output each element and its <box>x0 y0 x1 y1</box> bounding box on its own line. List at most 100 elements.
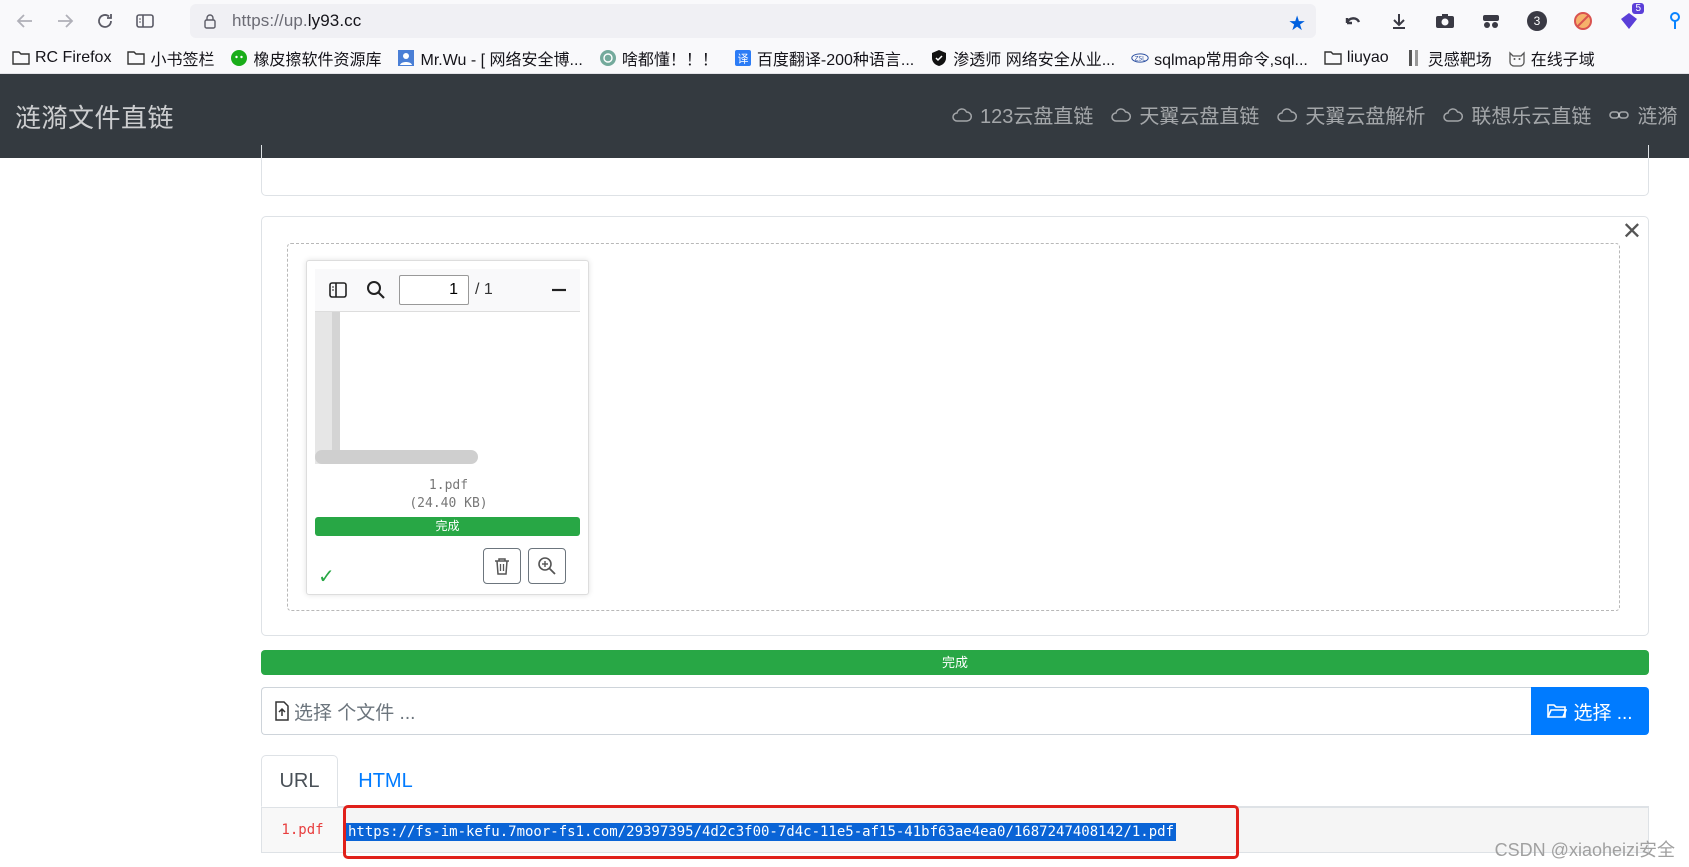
purple-extension-button[interactable]: 5 <box>1606 0 1652 42</box>
tab-html[interactable]: HTML <box>338 755 433 807</box>
pdf-page-area[interactable] <box>315 312 580 464</box>
counter-extension-button[interactable]: 3 <box>1514 0 1560 42</box>
toolbar-extensions: 3 5 <box>1330 0 1689 42</box>
zoom-in-icon <box>538 557 556 575</box>
zoom-out-button[interactable] <box>544 275 574 305</box>
bookmark-item[interactable]: 啥都懂！！！ <box>599 46 718 70</box>
folder-open-icon <box>1547 704 1568 718</box>
file-progress-bar: 完成 <box>315 517 580 536</box>
glasses-icon <box>1483 15 1499 28</box>
forward-button[interactable] <box>50 6 80 36</box>
browser-toolbar: https://up.ly93.cc ★ 3 5 <box>0 0 1689 42</box>
address-bar[interactable]: https://up.ly93.cc ★ <box>190 4 1316 38</box>
bookmark-label: sqlmap常用命令,sql... <box>1154 51 1308 69</box>
cloud-icon <box>1111 107 1139 123</box>
bookmark-item[interactable]: Mr.Wu - [ 网络安全博... <box>397 46 583 70</box>
page-number-input[interactable]: 1 <box>399 275 469 305</box>
star-icon[interactable]: ★ <box>1288 11 1306 36</box>
nav-link-label: 天翼云盘直链 <box>1139 106 1260 128</box>
result-file-label: 1.pdf <box>262 808 344 852</box>
nav-link-label: 联想乐云直链 <box>1471 106 1592 128</box>
file-caption-text: 选择 个文件 ... <box>294 702 416 724</box>
delete-file-button[interactable] <box>483 548 521 584</box>
nav-link[interactable]: 天翼云盘直链 <box>1111 100 1259 129</box>
folder-icon <box>12 49 30 67</box>
screenshot-button[interactable] <box>1422 0 1468 42</box>
reader-view-button[interactable] <box>130 6 160 36</box>
minus-icon <box>552 288 566 292</box>
undo-extension-button[interactable] <box>1330 0 1376 42</box>
bookmark-item[interactable]: 渗透师 网络安全从业... <box>930 46 1115 70</box>
openai-icon <box>599 49 617 67</box>
back-button[interactable] <box>10 6 40 36</box>
blocker-extension-button[interactable] <box>1560 0 1606 42</box>
tab-url[interactable]: URL <box>261 755 338 807</box>
browse-button-label: 选择 ... <box>1573 702 1633 724</box>
bookmark-item[interactable]: RC Firefox <box>12 49 111 67</box>
bookmark-label: 小书签栏 <box>150 51 215 69</box>
svg-text:译: 译 <box>737 52 748 65</box>
bookmark-item[interactable]: 小书签栏 <box>127 46 214 70</box>
close-icon[interactable]: ✕ <box>1622 217 1642 246</box>
arrow-left-icon <box>16 14 32 28</box>
nav-link[interactable]: 天翼云盘解析 <box>1277 100 1425 129</box>
reload-button[interactable] <box>90 6 120 36</box>
bookmark-label: 百度翻译-200种语言... <box>756 51 915 69</box>
cat-icon <box>1508 49 1526 67</box>
cloud-icon <box>1443 107 1471 123</box>
zoom-file-button[interactable] <box>528 548 566 584</box>
svg-text:ZSL: ZSL <box>1135 56 1147 62</box>
bookmark-item[interactable]: ZSL sqlmap常用命令,sql... <box>1131 46 1308 70</box>
nav-link[interactable]: 联想乐云直链 <box>1443 100 1591 129</box>
nav-link[interactable]: 123云盘直链 <box>952 100 1093 129</box>
bookmark-item[interactable]: 橡皮擦软件资源库 <box>230 46 381 70</box>
file-name: 1.pdf <box>428 478 469 493</box>
sidebar-toggle-icon <box>329 282 347 298</box>
bookmark-label: liuyao <box>1346 48 1389 66</box>
toggle-sidebar-button[interactable] <box>323 275 353 305</box>
folder-icon <box>1324 49 1342 67</box>
pdf-search-button[interactable] <box>361 275 391 305</box>
zsl-icon: ZSL <box>1131 49 1149 67</box>
nav-link-label: 涟漪 <box>1637 106 1678 128</box>
file-preview-card: 1 / 1 1.pdf (24.40 KB) 完成 ✓ <box>306 260 589 595</box>
info-card <box>261 145 1649 196</box>
user-card-icon <box>397 49 415 67</box>
cloud-icon <box>1277 107 1305 123</box>
bookmark-item[interactable]: 在线子域 <box>1508 46 1595 70</box>
upload-panel: ✕ 1 / 1 1.pdf (24.40 KB) 完成 ✓ <box>261 216 1649 636</box>
nav-link[interactable]: 涟漪 <box>1609 100 1677 129</box>
bookmark-item[interactable]: liuyao <box>1324 49 1389 67</box>
file-caption-input[interactable]: 选择 个文件 ... <box>261 687 1531 735</box>
browse-button[interactable]: 选择 ... <box>1531 687 1649 735</box>
bookmark-icon <box>1405 49 1423 67</box>
pin-extension-button[interactable] <box>1652 0 1689 42</box>
sidebar-icon <box>136 14 154 28</box>
pdf-horizontal-scrollbar[interactable] <box>315 450 478 464</box>
pin-icon <box>1670 12 1680 29</box>
pdf-viewer-toolbar: 1 / 1 <box>315 269 580 312</box>
red-highlight-annotation <box>343 805 1239 859</box>
nav-link-label: 123云盘直链 <box>980 106 1094 128</box>
nav-link-label: 天翼云盘解析 <box>1305 106 1426 128</box>
site-brand[interactable]: 涟漪文件直链 <box>15 98 174 135</box>
lock-icon <box>204 14 216 29</box>
arrow-right-icon <box>58 14 74 28</box>
undo-arrow-icon <box>1345 17 1361 25</box>
bookmark-item[interactable]: 译百度翻译-200种语言... <box>734 46 914 70</box>
bookmark-label: 在线子域 <box>1530 51 1595 69</box>
page-total: / 1 <box>475 281 493 298</box>
incognito-extension-button[interactable] <box>1468 0 1514 42</box>
nav-links: 123云盘直链 天翼云盘直链 天翼云盘解析 联想乐云直链 涟漪 <box>952 100 1689 129</box>
drop-zone[interactable]: 1 / 1 1.pdf (24.40 KB) 完成 ✓ <box>287 243 1620 611</box>
address-text: https://up.ly93.cc <box>232 11 361 31</box>
url-prefix: https://up. <box>232 11 308 30</box>
pdf-vertical-scrollbar[interactable] <box>315 312 340 464</box>
bookmark-item[interactable]: 灵感靶场 <box>1405 46 1492 70</box>
watermark: CSDN @xiaoheizi安全 <box>1494 840 1675 860</box>
bookmark-label: 橡皮擦软件资源库 <box>253 51 382 69</box>
wechat-icon <box>230 49 248 67</box>
bookmark-label: 啥都懂！！！ <box>621 51 718 69</box>
cloud-icon <box>952 107 980 123</box>
downloads-button[interactable] <box>1376 0 1422 42</box>
